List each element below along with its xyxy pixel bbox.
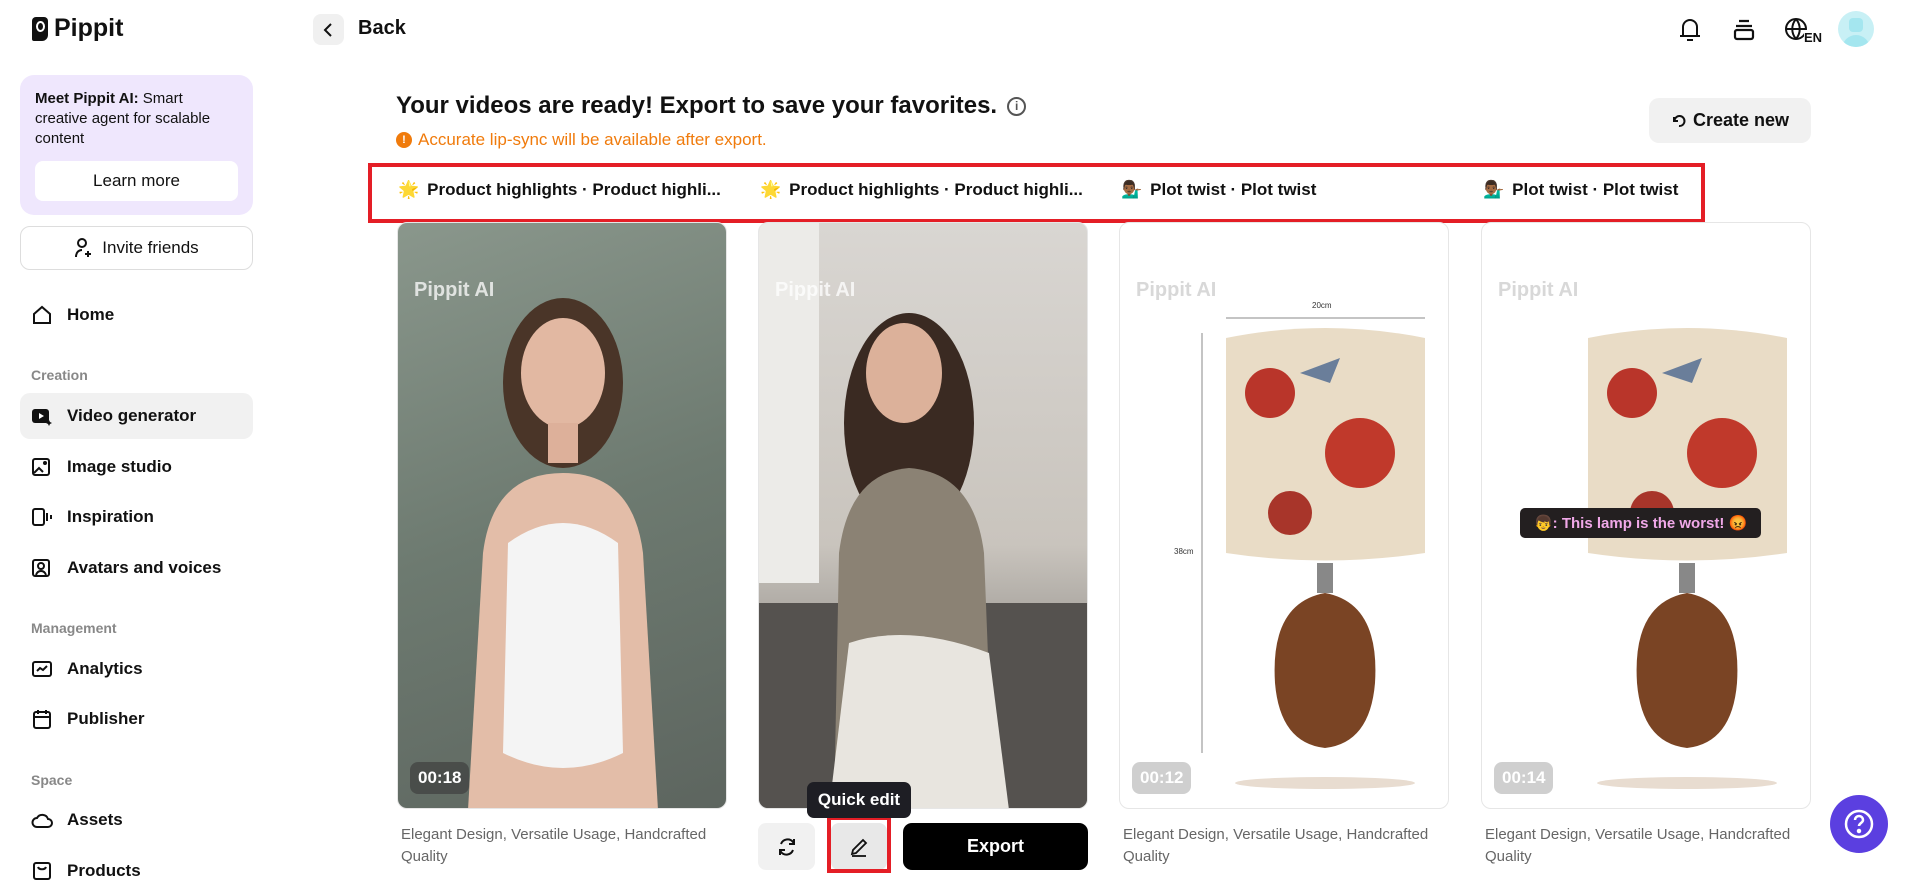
- promo-text: Meet Pippit AI: Smart creative agent for…: [35, 90, 211, 147]
- sidebar-item-home[interactable]: Home: [20, 292, 253, 338]
- invite-label: Invite friends: [102, 238, 199, 257]
- language-code: EN: [1803, 29, 1823, 45]
- duration-badge: 00:14: [1494, 762, 1554, 794]
- language-button[interactable]: EN: [1782, 14, 1824, 46]
- label: Video generator: [67, 406, 197, 425]
- create-new-button[interactable]: Create new: [1649, 98, 1811, 143]
- video-generator-icon: [32, 409, 52, 426]
- video-card-3[interactable]: Pippit AI 20cm 38cm 00:12: [1119, 222, 1449, 809]
- duration-badge: 00:18: [410, 762, 470, 794]
- video-card-2[interactable]: Pippit AI: [758, 222, 1088, 809]
- invite-friends-button[interactable]: Invite friends: [20, 226, 253, 270]
- label: Analytics: [67, 659, 143, 678]
- regenerate-icon: [778, 837, 795, 856]
- tab-label: Product highlights · Product highli...: [427, 180, 721, 199]
- warning-icon: !: [396, 132, 412, 148]
- section-management: Management: [31, 620, 117, 636]
- watermark: Pippit AI: [1136, 279, 1217, 301]
- tab-video-4[interactable]: 💁🏾‍♂️ Plot twist · Plot twist: [1483, 180, 1678, 200]
- promo-card: Meet Pippit AI: Smart creative agent for…: [20, 75, 253, 215]
- video-caption: Elegant Design, Versatile Usage, Handcra…: [1123, 826, 1429, 865]
- tab-label: Plot twist · Plot twist: [1512, 180, 1679, 199]
- person-icon: 💁🏾‍♂️: [1483, 180, 1505, 199]
- subtitle-caption: 👦: This lamp is the worst! 😡: [1520, 508, 1762, 538]
- logo-text: Pippit: [54, 14, 124, 42]
- tab-label: Plot twist · Plot twist: [1150, 180, 1317, 199]
- star-icon: 🌟: [398, 180, 420, 199]
- sidebar-item-avatars-and-voices[interactable]: Avatars and voices: [20, 545, 253, 591]
- label: Image studio: [67, 457, 172, 476]
- pippit-logo[interactable]: Pippit: [32, 14, 123, 43]
- cloud-icon: [31, 813, 53, 828]
- lip-sync-warning: ! Accurate lip-sync will be available aft…: [396, 130, 767, 150]
- chevron-left-icon: [323, 22, 332, 37]
- question-icon: [1844, 809, 1874, 839]
- bell-icon: [1680, 19, 1700, 41]
- quick-edit-highlight: [827, 816, 891, 873]
- video-card-1[interactable]: Pippit AI 00:18: [397, 222, 727, 809]
- tab-video-1[interactable]: 🌟 Product highlights · Product highli...: [398, 180, 721, 200]
- image-studio-icon: [32, 458, 50, 476]
- info-icon[interactable]: i: [1007, 96, 1027, 116]
- back-label[interactable]: Back: [358, 17, 406, 40]
- video-thumbnail: [759, 223, 1087, 808]
- avatar-icon: [32, 559, 50, 577]
- label: Home: [67, 305, 115, 324]
- products-icon: [33, 862, 51, 880]
- label: Avatars and voices: [67, 558, 222, 577]
- label: Products: [67, 861, 141, 880]
- dimension-height: 38cm: [1174, 547, 1194, 556]
- refresh-icon: [1672, 114, 1686, 127]
- export-button[interactable]: Export: [903, 823, 1088, 870]
- subscription-button[interactable]: [1728, 14, 1760, 46]
- learn-more-button[interactable]: Learn more: [35, 161, 238, 201]
- help-button[interactable]: [1830, 795, 1888, 853]
- tab-video-3[interactable]: 💁🏾‍♂️ Plot twist · Plot twist: [1121, 180, 1316, 200]
- title-text: Your videos are ready! Export to save yo…: [396, 92, 998, 119]
- sidebar-item-image-studio[interactable]: Image studio: [20, 444, 253, 490]
- regenerate-button[interactable]: [758, 823, 815, 870]
- stack-icon: [1733, 19, 1755, 41]
- sidebar-item-products[interactable]: Products: [20, 848, 253, 894]
- label: Publisher: [67, 709, 145, 728]
- section-creation: Creation: [31, 367, 88, 383]
- watermark: Pippit AI: [414, 279, 495, 301]
- page-title: Your videos are ready! Export to save yo…: [396, 92, 1027, 120]
- watermark: Pippit AI: [775, 279, 856, 301]
- notifications-button[interactable]: [1674, 14, 1706, 46]
- video-caption: Elegant Design, Versatile Usage, Handcra…: [1485, 826, 1791, 865]
- sidebar-item-video-generator[interactable]: Video generator: [20, 393, 253, 439]
- lamp-thumbnail: [1201, 317, 1425, 789]
- calendar-icon: [33, 710, 51, 729]
- person-icon: 💁🏾‍♂️: [1121, 180, 1143, 199]
- sidebar-item-assets[interactable]: Assets: [20, 797, 253, 843]
- label: Inspiration: [67, 507, 154, 526]
- video-thumbnail: [468, 298, 658, 808]
- inspiration-icon: [32, 508, 52, 526]
- label: Assets: [67, 810, 123, 829]
- create-new-label: Create new: [1692, 110, 1790, 130]
- analytics-icon: [32, 661, 52, 677]
- watermark: Pippit AI: [1498, 279, 1579, 301]
- star-icon: 🌟: [760, 180, 782, 199]
- home-icon: [33, 305, 51, 324]
- add-user-icon: [75, 238, 92, 258]
- logo-icon: [32, 16, 48, 41]
- sidebar-item-inspiration[interactable]: Inspiration: [20, 494, 253, 540]
- sidebar-item-publisher[interactable]: Publisher: [20, 696, 253, 742]
- video-caption: Elegant Design, Versatile Usage, Handcra…: [401, 826, 707, 865]
- warning-text: Accurate lip-sync will be available afte…: [418, 130, 767, 149]
- tab-label: Product highlights · Product highli...: [789, 180, 1083, 199]
- duration-badge: 00:12: [1132, 762, 1192, 794]
- back-button[interactable]: [313, 14, 344, 45]
- user-avatar[interactable]: [1838, 11, 1874, 47]
- tab-video-2[interactable]: 🌟 Product highlights · Product highli...: [760, 180, 1083, 200]
- sidebar-item-analytics[interactable]: Analytics: [20, 646, 253, 692]
- dimension-width: 20cm: [1312, 301, 1332, 310]
- section-space: Space: [31, 772, 73, 788]
- quick-edit-tooltip: Quick edit: [807, 782, 911, 818]
- video-card-4[interactable]: Pippit AI 👦: This lamp is the worst! 😡 0…: [1481, 222, 1811, 809]
